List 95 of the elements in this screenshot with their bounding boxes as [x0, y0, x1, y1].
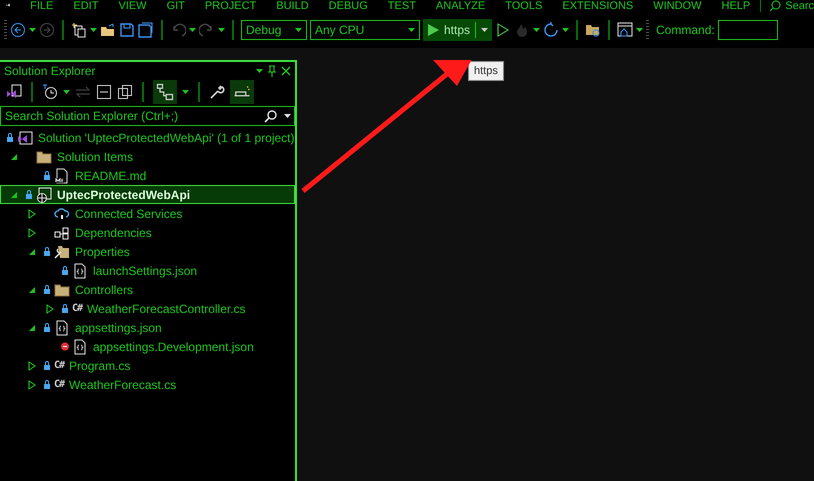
tree-item[interactable]: UptecProtectedWebApi — [0, 185, 295, 204]
menu-item[interactable]: ANALYZE — [426, 0, 496, 12]
menu-item[interactable]: FILE — [20, 0, 64, 12]
tree-item[interactable]: launchSettings.json — [0, 261, 295, 280]
search-label[interactable]: Searc — [785, 0, 814, 12]
json-file-icon — [72, 262, 88, 278]
wrench-icon[interactable] — [209, 84, 225, 100]
csharp-file-icon: C# — [72, 303, 82, 314]
dropdown-icon[interactable] — [284, 114, 291, 118]
play-outline-icon[interactable] — [495, 22, 512, 38]
json-file-icon — [54, 320, 70, 336]
new-item-icon[interactable] — [71, 22, 87, 38]
copy-icon[interactable] — [117, 84, 133, 100]
tree-item[interactable]: Properties — [0, 242, 295, 261]
tree-item[interactable]: C# WeatherForecast.cs — [0, 375, 295, 394]
expanded-arrow-icon[interactable] — [27, 246, 37, 256]
folder-icon — [54, 282, 70, 298]
window-home-icon[interactable] — [617, 22, 634, 38]
cloud-plug-icon — [54, 206, 70, 222]
platform-dropdown[interactable]: Any CPU — [310, 20, 420, 40]
tree-item[interactable]: Controllers — [0, 280, 295, 299]
dropdown-icon — [481, 28, 488, 32]
hierarchy-icon[interactable] — [153, 80, 177, 104]
menu-item[interactable]: HELP — [712, 0, 760, 12]
dropdown-icon[interactable] — [90, 28, 97, 32]
markdown-file-icon — [54, 168, 70, 184]
save-all-icon[interactable] — [138, 22, 154, 38]
expanded-arrow-icon[interactable] — [27, 322, 37, 332]
menu-item[interactable]: EDIT — [63, 0, 108, 12]
folder-icon — [36, 148, 52, 164]
solution-icon — [17, 130, 33, 146]
command-field[interactable] — [718, 20, 778, 40]
collapsed-arrow-icon[interactable] — [45, 304, 55, 314]
expanded-arrow-icon[interactable] — [9, 152, 19, 162]
save-icon[interactable] — [119, 22, 135, 38]
tree-item[interactable]: C# Program.cs — [0, 356, 295, 375]
tree-item[interactable]: Dependencies — [0, 223, 295, 242]
tree-item[interactable]: appsettings.Development.json — [0, 337, 295, 356]
dropdown-icon[interactable] — [63, 90, 70, 94]
tree-item[interactable]: Connected Services — [0, 204, 295, 223]
dropdown-icon[interactable] — [29, 28, 36, 32]
search-icon[interactable] — [769, 0, 782, 12]
command-label: Command: — [656, 23, 715, 37]
run-button[interactable]: https — [423, 19, 492, 41]
wrench-folder-icon — [54, 244, 70, 260]
menu-item[interactable]: BUILD — [266, 0, 319, 12]
configuration-dropdown[interactable]: Debug — [241, 20, 307, 40]
search-icon[interactable] — [264, 110, 277, 122]
dropdown-icon — [408, 28, 415, 32]
menu-item[interactable]: EXTENSIONS — [552, 0, 644, 12]
menu-item[interactable]: WINDOW — [643, 0, 712, 12]
clock-icon[interactable] — [42, 84, 58, 100]
menu-item[interactable]: DEBUG — [318, 0, 378, 12]
dropdown-icon — [295, 28, 302, 32]
dropdown-icon[interactable] — [636, 28, 644, 32]
collapsed-arrow-icon[interactable] — [27, 380, 37, 390]
menu-item[interactable]: GIT — [156, 0, 195, 12]
play-icon — [427, 24, 439, 36]
tree-item[interactable]: appsettings.json — [0, 318, 295, 337]
collapsed-arrow-icon[interactable] — [27, 208, 37, 218]
csharp-file-icon: C# — [54, 379, 64, 390]
dropdown-icon[interactable] — [256, 69, 263, 73]
menu-item[interactable]: PROJECT — [194, 0, 266, 12]
vs-switch-views-icon[interactable] — [6, 84, 22, 100]
tree-item[interactable]: Solution 'UptecProtectedWebApi' (1 of 1 project) — [0, 128, 295, 147]
preview-icon[interactable] — [230, 80, 254, 104]
folder-search-icon[interactable] — [585, 22, 602, 38]
open-folder-icon[interactable] — [100, 22, 116, 38]
csharp-file-icon: C# — [54, 360, 64, 371]
collapse-all-icon[interactable] — [96, 84, 112, 100]
web-project-icon — [36, 186, 52, 202]
collapsed-arrow-icon[interactable] — [27, 228, 37, 238]
back-icon[interactable] — [10, 22, 26, 38]
dropdown-icon[interactable] — [182, 90, 189, 94]
dropdown-icon[interactable] — [562, 28, 570, 32]
tree-item[interactable]: Solution Items — [0, 147, 295, 166]
search-field[interactable]: Search Solution Explorer (Ctrl+;) — [0, 106, 295, 126]
dropdown-icon[interactable] — [533, 28, 540, 32]
tree-item[interactable]: C# WeatherForecastController.cs — [0, 299, 295, 318]
panel-title: Solution Explorer — [4, 64, 96, 78]
refresh-icon[interactable] — [543, 22, 560, 38]
expanded-arrow-icon[interactable] — [27, 284, 37, 294]
menu-item[interactable]: TEST — [378, 0, 426, 12]
expanded-arrow-icon[interactable] — [9, 190, 19, 200]
dropdown-icon[interactable] — [189, 28, 196, 32]
menu-item[interactable]: VIEW — [108, 0, 157, 12]
dropdown-icon[interactable] — [218, 28, 225, 32]
close-icon[interactable] — [281, 66, 291, 76]
json-file-icon — [72, 338, 88, 354]
menu-item[interactable]: TOOLS — [495, 0, 552, 12]
tree-item[interactable]: README.md — [0, 166, 295, 185]
dependencies-icon — [54, 224, 70, 240]
tooltip: https — [468, 61, 504, 81]
collapsed-arrow-icon[interactable] — [27, 360, 37, 370]
pin-icon[interactable] — [267, 65, 277, 77]
